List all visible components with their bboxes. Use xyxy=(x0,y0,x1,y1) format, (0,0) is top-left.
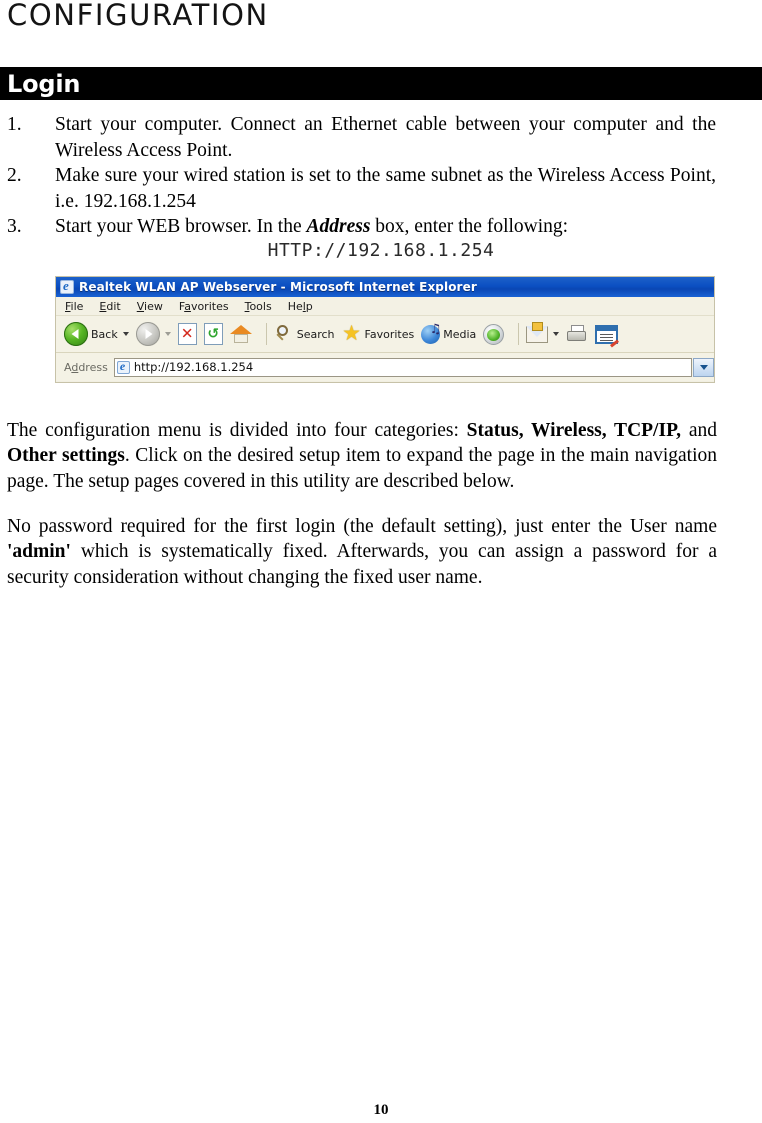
para1-bold2: Other settings xyxy=(7,445,125,466)
stop-button[interactable]: ✕ xyxy=(177,323,197,345)
section-heading: Login xyxy=(7,70,81,98)
para2-bold1: 'admin' xyxy=(7,541,71,562)
search-button-label: Search xyxy=(296,327,335,341)
mail-button[interactable] xyxy=(526,321,560,343)
para1-bold1: Status, Wireless, TCP/IP, xyxy=(466,419,682,441)
edit-button[interactable] xyxy=(595,324,620,347)
list-item: 2. Make sure your wired station is set t… xyxy=(0,163,762,214)
step-text: Make sure your wired station is set to t… xyxy=(55,165,716,212)
url-text: HTTP://192.168.1.254 xyxy=(267,240,495,261)
browser-toolbar: Back ✕ ↺ Search ★ Favorites Media xyxy=(56,316,714,353)
back-button[interactable]: Back xyxy=(64,322,129,346)
edit-page-icon xyxy=(595,324,620,347)
page-title: CONFIGURATION xyxy=(7,0,269,32)
ie-page-icon xyxy=(116,359,130,374)
refresh-icon: ↺ xyxy=(203,323,223,345)
page-number: 10 xyxy=(373,1102,389,1118)
menu-item-help[interactable]: Help xyxy=(288,300,313,313)
step-text-after: box, enter the following: xyxy=(370,216,569,237)
address-label: Address xyxy=(64,360,108,374)
step-number: 3. xyxy=(7,216,22,237)
chevron-down-icon[interactable] xyxy=(164,332,171,336)
browser-titlebar: Realtek WLAN AP Webserver - Microsoft In… xyxy=(56,277,714,297)
media-button[interactable]: Media xyxy=(421,322,477,344)
back-arrow-icon xyxy=(64,322,88,346)
home-icon xyxy=(229,324,252,344)
step-text-emphasis: Address xyxy=(306,216,371,237)
search-button[interactable]: Search xyxy=(274,324,335,344)
menu-item-file[interactable]: File xyxy=(65,300,83,313)
para1-part2: and xyxy=(681,419,717,441)
paragraph-configuration-menu: The configuration menu is divided into f… xyxy=(7,418,717,495)
para2-part1: No password required for the first login… xyxy=(7,515,717,537)
para1-part1: The configuration menu is divided into f… xyxy=(7,419,467,441)
back-button-label: Back xyxy=(91,327,118,341)
toolbar-divider xyxy=(518,323,520,345)
step-text-before: Start your WEB browser. In the xyxy=(55,216,307,237)
step-number: 1. xyxy=(7,114,22,135)
list-item: 3. Start your WEB browser. In the Addres… xyxy=(0,214,762,240)
messenger-globe-icon xyxy=(483,323,505,345)
stop-icon: ✕ xyxy=(177,323,197,345)
step-number: 2. xyxy=(7,165,22,186)
paragraph-password-note: No password required for the first login… xyxy=(7,514,717,591)
home-button[interactable] xyxy=(229,324,252,344)
address-input[interactable]: http://192.168.1.254 xyxy=(113,357,692,377)
step-text: Start your computer. Connect an Ethernet… xyxy=(55,114,716,161)
refresh-button[interactable]: ↺ xyxy=(203,323,223,345)
printer-icon xyxy=(566,324,588,344)
address-value: http://192.168.1.254 xyxy=(133,360,254,374)
instruction-steps: 1. Start your computer. Connect an Ether… xyxy=(0,112,762,240)
menu-item-tools[interactable]: Tools xyxy=(245,300,272,313)
mail-envelope-icon xyxy=(526,321,549,343)
forward-button[interactable] xyxy=(135,322,171,346)
magnifier-icon xyxy=(274,324,294,344)
chevron-down-icon[interactable] xyxy=(122,332,129,336)
chevron-down-icon xyxy=(699,364,708,370)
favorites-button[interactable]: ★ Favorites xyxy=(342,321,415,345)
star-icon: ★ xyxy=(342,321,361,345)
print-button[interactable] xyxy=(566,324,588,344)
messenger-button[interactable] xyxy=(483,323,505,345)
media-globe-icon xyxy=(421,322,441,344)
forward-arrow-icon xyxy=(135,322,160,346)
menu-item-edit[interactable]: Edit xyxy=(99,300,120,313)
browser-title: Realtek WLAN AP Webserver - Microsoft In… xyxy=(79,280,477,294)
step-text: Start your WEB browser. In the Address b… xyxy=(55,214,716,240)
media-button-label: Media xyxy=(443,327,477,341)
chevron-down-icon[interactable] xyxy=(553,332,560,336)
browser-menubar: File Edit View Favorites Tools Help xyxy=(56,297,714,316)
browser-window-screenshot: Realtek WLAN AP Webserver - Microsoft In… xyxy=(55,276,715,383)
browser-address-bar: Address http://192.168.1.254 xyxy=(56,353,714,381)
address-dropdown-button[interactable] xyxy=(693,357,714,377)
toolbar-divider xyxy=(265,323,267,345)
list-item: 1. Start your computer. Connect an Ether… xyxy=(0,112,762,163)
menu-item-favorites[interactable]: Favorites xyxy=(179,300,229,313)
section-bar: Login xyxy=(0,67,762,100)
para2-part2: which is systematically fixed. Afterward… xyxy=(7,541,717,588)
ie-logo-icon xyxy=(60,278,74,294)
menu-item-view[interactable]: View xyxy=(137,300,163,313)
favorites-button-label: Favorites xyxy=(364,327,415,341)
